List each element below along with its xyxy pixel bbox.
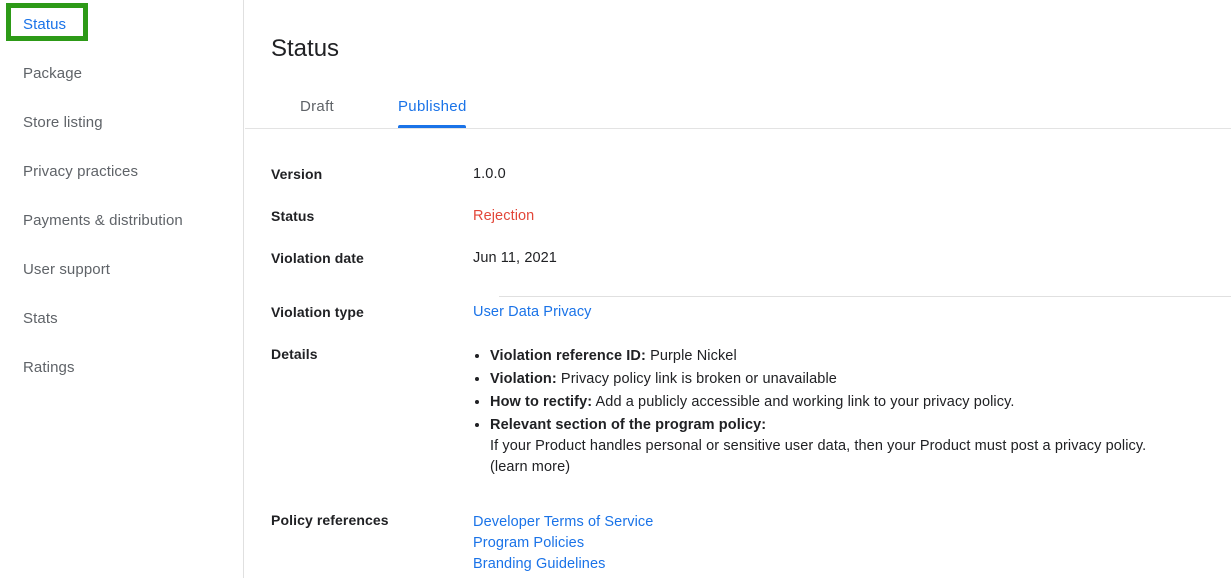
- tab-draft-label: Draft: [300, 97, 335, 115]
- sidebar-item-label: Ratings: [23, 359, 75, 376]
- row-label-status: Status: [271, 208, 315, 224]
- sidebar-item-payments-distribution[interactable]: Payments & distribution: [0, 196, 244, 245]
- tab-bar: Draft Published: [245, 84, 1231, 129]
- violation-type-link[interactable]: User Data Privacy: [473, 304, 592, 320]
- section-divider: [499, 296, 1231, 297]
- row-value-version: 1.0.0: [473, 166, 506, 182]
- list-item: How to rectify: Add a publicly accessibl…: [490, 392, 1231, 413]
- policy-link-program-policies[interactable]: Program Policies: [473, 533, 1231, 554]
- row-details: Details Violation reference ID: Purple N…: [245, 346, 1231, 480]
- sidebar-item-user-support[interactable]: User support: [0, 245, 244, 294]
- main-content: Status Draft Published Version 1.0.0 Sta…: [245, 0, 1231, 578]
- sidebar-item-label: Privacy practices: [23, 163, 139, 180]
- sidebar-item-label: Stats: [23, 310, 58, 327]
- bullet-term: Violation reference ID:: [490, 348, 646, 364]
- bullet-term: Relevant section of the program policy:: [490, 417, 767, 433]
- sidebar-item-label: User support: [23, 261, 111, 278]
- policy-link-branding-guidelines[interactable]: Branding Guidelines: [473, 554, 1231, 575]
- sidebar-item-stats[interactable]: Stats: [0, 294, 244, 343]
- row-label-version: Version: [271, 166, 323, 182]
- program-policy-text: If your Product handles personal or sens…: [490, 438, 1147, 454]
- row-version: Version 1.0.0: [245, 166, 1231, 182]
- sidebar-nav-list: Status Package Store listing Privacy pra…: [0, 0, 244, 392]
- sidebar: Status Package Store listing Privacy pra…: [0, 0, 244, 578]
- details-bullet-list: Violation reference ID: Purple Nickel Vi…: [473, 346, 1231, 478]
- detail-rows: Version 1.0.0 Status Rejection Violation…: [245, 129, 1231, 575]
- row-policy-references: Policy references Developer Terms of Ser…: [245, 512, 1231, 575]
- sidebar-item-store-listing[interactable]: Store listing: [0, 98, 244, 147]
- sidebar-item-label: Status: [23, 16, 67, 33]
- sidebar-item-label: Package: [23, 65, 83, 82]
- list-item: Relevant section of the program policy: …: [490, 415, 1231, 478]
- row-label-details: Details: [271, 346, 318, 362]
- app-root: Status Package Store listing Privacy pra…: [0, 0, 1231, 578]
- sidebar-item-status[interactable]: Status: [0, 0, 244, 49]
- bullet-term: Violation:: [490, 371, 557, 387]
- sidebar-item-ratings[interactable]: Ratings: [0, 343, 244, 392]
- bullet-text: Purple Nickel: [645, 348, 737, 364]
- row-violation-type: Violation type User Data Privacy: [245, 304, 1231, 320]
- bullet-text: Privacy policy link is broken or unavail…: [556, 371, 837, 387]
- policy-link-developer-terms[interactable]: Developer Terms of Service: [473, 512, 1231, 533]
- status-badge: Rejection: [473, 208, 535, 224]
- row-label-violation-type: Violation type: [271, 304, 364, 320]
- row-value-violation-date: Jun 11, 2021: [473, 250, 557, 266]
- page-title: Status: [271, 35, 340, 63]
- row-value-violation-type: User Data Privacy: [473, 304, 1231, 320]
- tab-published[interactable]: Published: [398, 84, 467, 128]
- row-label-policy-references: Policy references: [271, 512, 389, 528]
- row-status: Status Rejection: [245, 208, 1231, 224]
- tab-draft[interactable]: Draft: [300, 84, 334, 128]
- row-value-details: Violation reference ID: Purple Nickel Vi…: [473, 346, 1231, 480]
- bullet-term: How to rectify:: [490, 394, 593, 410]
- sidebar-item-label: Payments & distribution: [23, 212, 183, 229]
- row-violation-date: Violation date Jun 11, 2021: [245, 250, 1231, 266]
- sidebar-item-package[interactable]: Package: [0, 49, 244, 98]
- bullet-text: Add a publicly accessible and working li…: [592, 394, 1015, 410]
- list-item: Violation: Privacy policy link is broken…: [490, 369, 1231, 390]
- sidebar-item-label: Store listing: [23, 114, 103, 131]
- policy-reference-links: Developer Terms of Service Program Polic…: [473, 512, 1231, 575]
- sidebar-item-privacy-practices[interactable]: Privacy practices: [0, 147, 244, 196]
- list-item: Violation reference ID: Purple Nickel: [490, 346, 1231, 367]
- tab-active-indicator: [398, 125, 466, 128]
- tab-published-label: Published: [398, 97, 467, 115]
- learn-more-link[interactable]: (learn more): [490, 457, 1231, 478]
- row-label-violation-date: Violation date: [271, 250, 364, 266]
